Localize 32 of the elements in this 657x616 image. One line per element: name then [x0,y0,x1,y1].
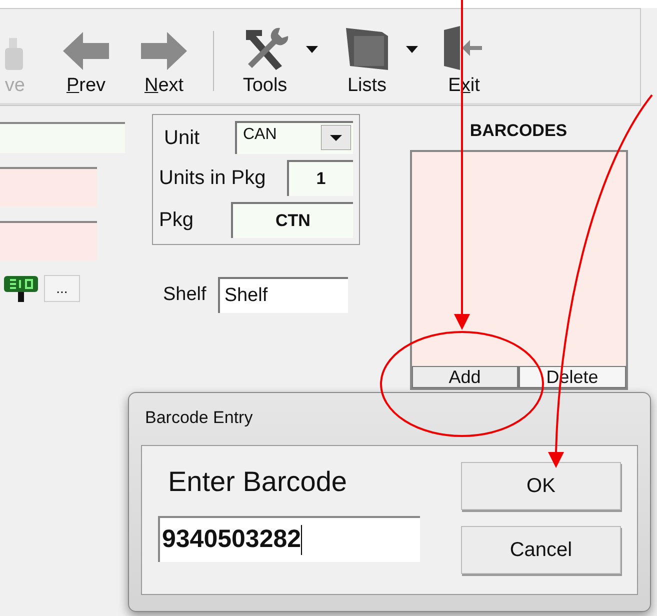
dropdown-caret-icon[interactable] [306,46,318,53]
barcodes-title: BARCODES [470,120,568,142]
units-in-pkg-label: Units in Pkg [159,166,266,191]
dialog-button[interactable]: Cancel [461,526,621,574]
right-arrow-icon [141,32,187,70]
unit-label: Unit [164,126,200,150]
toolbar-button[interactable]: Prev [47,32,125,95]
price-sign-icon [4,276,38,302]
dialog-title: Barcode Entry [145,407,254,429]
text-field[interactable] [0,122,125,153]
unit-dropdown[interactable]: CAN [235,121,353,154]
pkg-label: Pkg [159,208,194,233]
list-button[interactable]: Add [412,366,519,388]
dropdown-caret-icon[interactable] [321,125,351,150]
text-field[interactable] [0,167,97,207]
pkg-field[interactable]: CTN [231,202,353,238]
toolbar-button[interactable]: Next [125,32,203,95]
barcode-input[interactable]: 9340503282 [158,516,420,562]
toolbar-button[interactable]: Lists [328,26,406,95]
bottle-icon [5,36,25,70]
more-button[interactable]: ... [44,275,80,302]
dialog-prompt: Enter Barcode [168,468,348,496]
text-field[interactable] [0,221,97,261]
shelf-label: Shelf [163,282,206,307]
toolbar-button[interactable]: Tools [224,26,306,95]
left-arrow-icon [63,32,109,70]
dialog-button[interactable]: OK [461,462,621,510]
units-in-pkg-field[interactable]: 1 [287,160,353,196]
door-arrow-icon [444,26,484,70]
shelf-field[interactable]: Shelf [218,277,348,313]
folder-icon [344,26,390,70]
dropdown-caret-icon[interactable] [406,46,418,53]
